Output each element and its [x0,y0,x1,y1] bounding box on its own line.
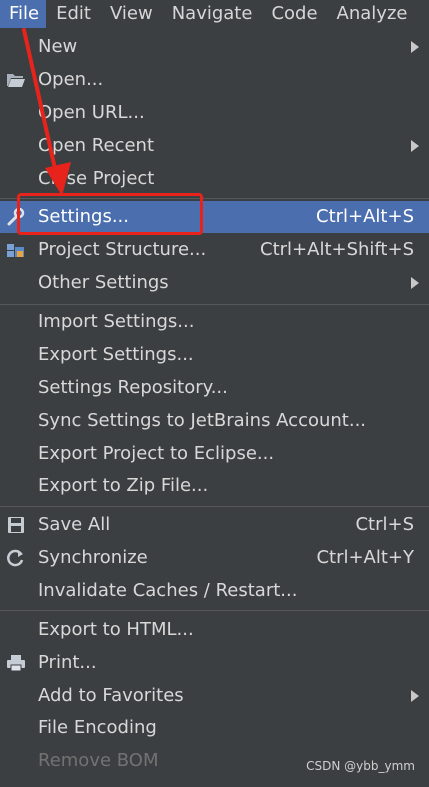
watermark: CSDN @ybb_ymm [306,759,415,773]
red-arrow-annotation [22,28,71,196]
